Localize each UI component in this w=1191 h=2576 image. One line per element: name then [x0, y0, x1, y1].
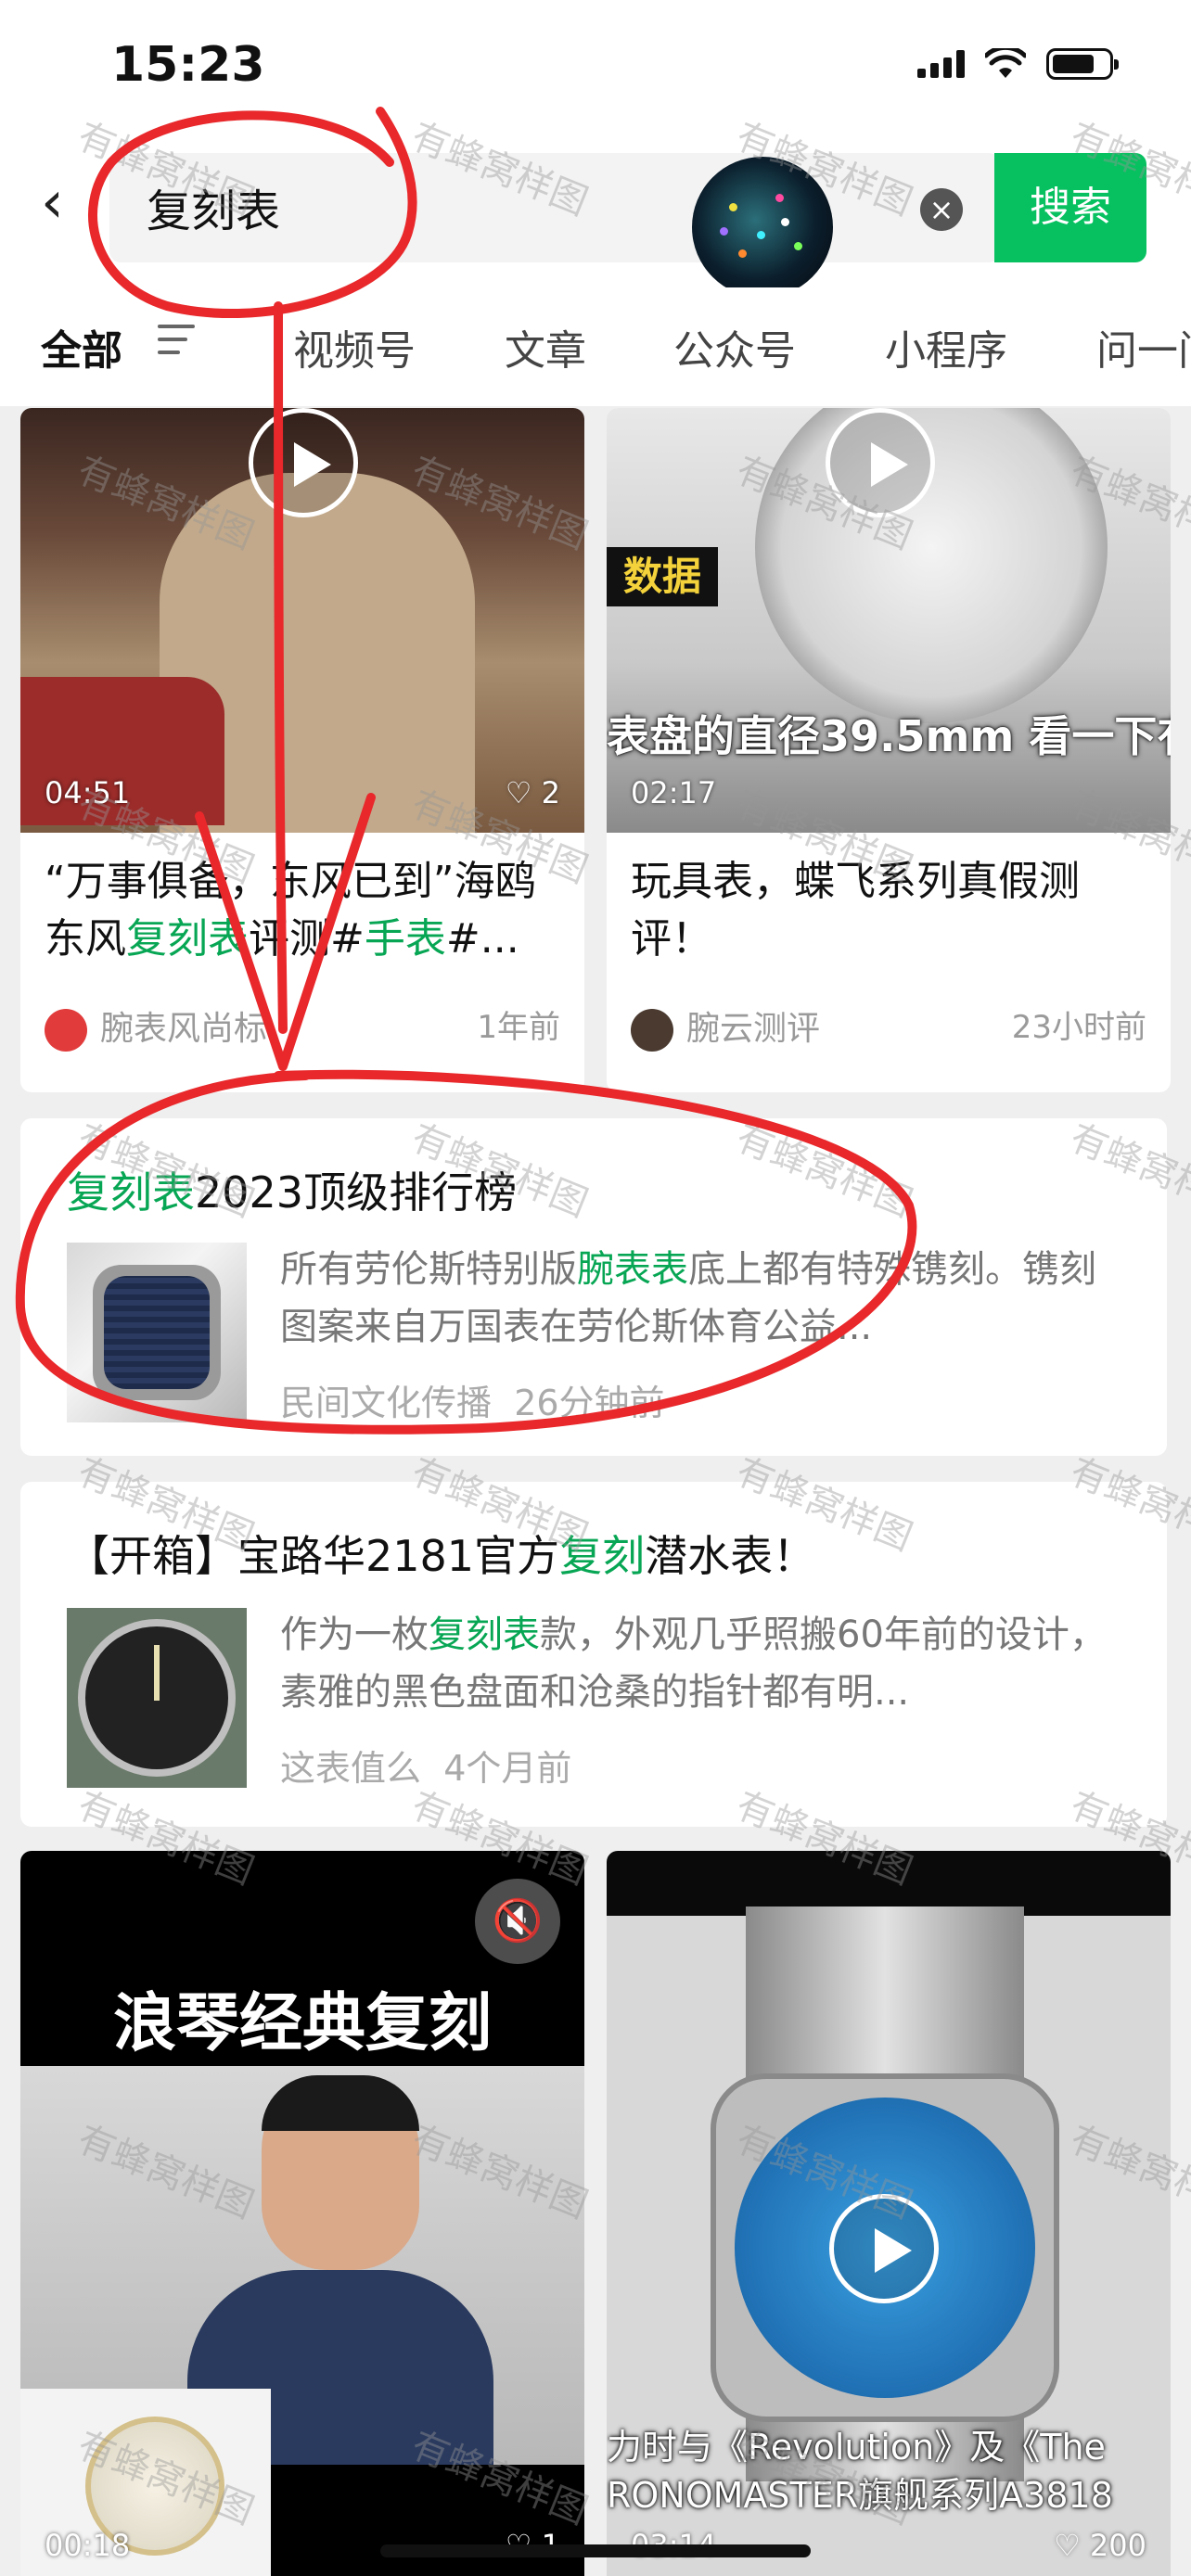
tab-ask[interactable]: 问一问	[1096, 317, 1191, 376]
author-name: 腕表风尚标	[100, 1010, 268, 1048]
summary-highlight: 复刻表	[429, 1613, 540, 1656]
tab-official-accounts[interactable]: 公众号	[673, 317, 796, 376]
video-card[interactable]: 数据 表盘的直径39.5mm 看一下有 02:17 玩具表，蝶飞系列真假测评！ …	[607, 408, 1171, 1092]
video-caption-line: 力时与《Revolution》及《The	[607, 2427, 1106, 2468]
video-duration: 00:18	[45, 2528, 131, 2563]
article-time: 4个月前	[443, 1748, 572, 1789]
article-title[interactable]: 【开箱】宝路华2181官方复刻潜水表！	[67, 1523, 815, 1584]
video-likes: ♡ 200	[1054, 2528, 1146, 2563]
filter-icon[interactable]	[158, 325, 195, 363]
article-time: 26分钟前	[514, 1383, 665, 1423]
home-indicator	[380, 2544, 811, 2557]
article-source: 民间文化传播	[280, 1383, 493, 1423]
author-avatar	[45, 1009, 87, 1052]
author-avatar	[631, 1009, 673, 1052]
video-card[interactable]: 力时与《Revolution》及《The RONOMASTER旗舰系列A3818…	[607, 1851, 1171, 2576]
article-meta: 民间文化传播 26分钟前	[280, 1374, 665, 1425]
title-highlight: 复刻表	[126, 915, 249, 963]
post-time: 1年前	[477, 1009, 560, 1046]
article-source: 这表值么	[280, 1748, 422, 1789]
post-time: 23小时前	[1011, 1009, 1146, 1046]
title-highlight: 复刻表	[67, 1167, 195, 1218]
data-badge: 数据	[607, 547, 718, 606]
video-caption: 表盘的直径39.5mm 看一下有	[607, 711, 1171, 761]
clear-icon[interactable]: ×	[920, 188, 963, 231]
battery-icon	[1046, 48, 1119, 80]
summary-text: 所有劳伦斯特别版	[280, 1248, 577, 1291]
article-card[interactable]: 复刻表2023顶级排行榜 所有劳伦斯特别版腕表表底上都有特殊镌刻。镌刻图案来自万…	[20, 1118, 1167, 1456]
title-text: 评测#	[249, 915, 365, 963]
tab-channels[interactable]: 视频号	[293, 317, 416, 376]
likes-count: 2	[541, 775, 560, 810]
video-title[interactable]: “万事俱备，东风已到”海鸥东风复刻表评测#手表#...	[45, 853, 560, 968]
category-tabs: 全部 视频号 文章 公众号 小程序 问一问	[0, 287, 1191, 406]
video-likes: ♡ 2	[505, 775, 560, 810]
title-text: 2023顶级排行榜	[195, 1167, 518, 1218]
person-hair	[262, 2075, 419, 2131]
video-author-row[interactable]: 腕云测评 23小时前	[631, 1001, 1146, 1052]
search-header: ‹ × 搜索	[0, 130, 1191, 298]
status-icons	[917, 48, 1119, 80]
floating-orb-icon[interactable]	[692, 157, 833, 298]
wifi-icon	[985, 48, 1026, 78]
tab-mini-programs[interactable]: 小程序	[885, 317, 1007, 376]
signal-icon	[917, 50, 965, 78]
play-icon[interactable]	[826, 408, 935, 517]
title-highlight: 手表	[364, 915, 446, 963]
video-overlay-title: 浪琴经典复刻	[112, 1987, 492, 2060]
video-author-row[interactable]: 腕表风尚标 1年前	[45, 1001, 560, 1052]
article-card[interactable]: 【开箱】宝路华2181官方复刻潜水表！ 作为一枚复刻表款，外观几乎照搬60年前的…	[20, 1482, 1167, 1827]
article-title[interactable]: 复刻表2023顶级排行榜	[67, 1159, 517, 1220]
summary-text: 作为一枚	[280, 1613, 429, 1656]
video-duration: 04:51	[45, 775, 131, 810]
title-text: #...	[445, 915, 519, 963]
article-summary: 所有劳伦斯特别版腕表表底上都有特殊镌刻。镌刻图案来自万国表在劳伦斯体育公益...	[280, 1241, 1130, 1356]
play-icon[interactable]	[829, 2194, 939, 2303]
video-card[interactable]: 04:51 ♡ 2 “万事俱备，东风已到”海鸥东风复刻表评测#手表#... 腕表…	[20, 408, 584, 1092]
title-text: 【开箱】宝路华2181官方	[67, 1531, 560, 1581]
play-icon[interactable]	[249, 408, 358, 517]
likes-count: 200	[1089, 2528, 1146, 2563]
tab-articles[interactable]: 文章	[505, 317, 586, 376]
author-name: 腕云测评	[686, 1010, 821, 1048]
tab-all[interactable]: 全部	[41, 317, 122, 376]
video-caption-line: RONOMASTER旗舰系列A3818	[607, 2475, 1113, 2516]
status-time: 15:23	[111, 37, 265, 93]
mute-icon[interactable]: 🔇	[475, 1879, 560, 1964]
video-thumbnail: 04:51 ♡ 2	[20, 408, 584, 833]
article-meta: 这表值么 4个月前	[280, 1740, 571, 1791]
article-summary: 作为一枚复刻表款，外观几乎照搬60年前的设计，素雅的黑色盘面和沧桑的指针都有明.…	[280, 1606, 1130, 1721]
back-icon[interactable]: ‹	[41, 173, 78, 231]
status-bar: 15:23	[0, 0, 1191, 130]
video-duration: 02:17	[631, 775, 717, 810]
search-button[interactable]: 搜索	[994, 153, 1146, 262]
video-card[interactable]: 浪琴经典复刻 🔇 00:18 ♡ 1	[20, 1851, 584, 2576]
summary-highlight: 腕表表	[577, 1248, 688, 1291]
search-input[interactable]	[147, 172, 703, 242]
article-thumbnail	[67, 1608, 247, 1788]
search-box[interactable]: ×	[109, 153, 1000, 298]
article-thumbnail	[67, 1243, 247, 1422]
title-text: 潜水表！	[645, 1531, 816, 1581]
title-highlight: 复刻	[559, 1531, 646, 1581]
video-thumbnail: 数据 表盘的直径39.5mm 看一下有 02:17	[607, 408, 1171, 833]
video-title[interactable]: 玩具表，蝶飞系列真假测评！	[631, 853, 1146, 968]
